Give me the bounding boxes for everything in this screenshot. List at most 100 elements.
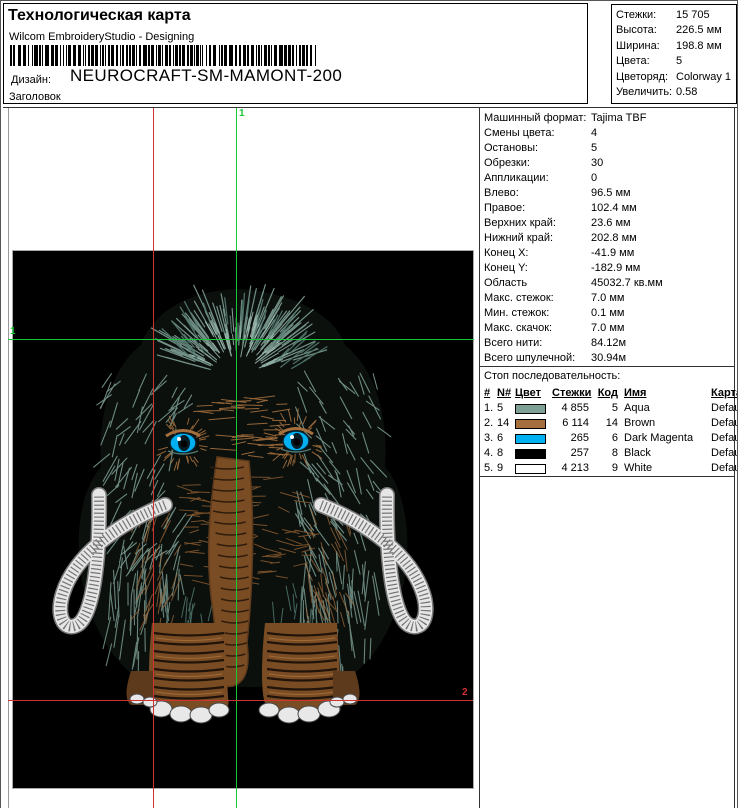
summary-row: Цветоряд:Colorway 1 <box>616 70 736 85</box>
barcode-bar <box>264 45 267 66</box>
summary-label: Увеличить: <box>616 85 676 100</box>
info-value: 84.12м <box>591 336 626 351</box>
summary-row: Высота:226.5 мм <box>616 23 736 38</box>
table-cell: 3. <box>484 431 497 446</box>
info-row: Аппликации:0 <box>480 171 734 186</box>
barcode-bar <box>292 45 294 66</box>
summary-value: Colorway 1 <box>676 70 731 85</box>
barcode-bar <box>129 45 131 66</box>
column-header: # <box>484 386 497 401</box>
table-cell: Aqua <box>624 401 711 416</box>
summary-row: Стежки:15 705 <box>616 8 736 23</box>
barcode-bar <box>158 45 161 66</box>
info-row: Всего шпулечной:30.94м <box>480 351 734 366</box>
summary-row: Цвета:5 <box>616 54 736 69</box>
info-value: 202.8 мм <box>591 231 637 246</box>
info-label: Всего нити: <box>484 336 591 351</box>
barcode-bar <box>258 45 260 66</box>
barcode-bar <box>213 45 216 66</box>
color-cell <box>515 419 552 429</box>
barcode-bar <box>187 45 189 66</box>
crosshair-green-vertical <box>236 108 237 808</box>
barcode-bar <box>102 45 104 66</box>
summary-label: Цвета: <box>616 54 676 69</box>
table-cell: 5 <box>597 401 624 416</box>
info-label: Обрезки: <box>484 156 591 171</box>
info-row: Влево:96.5 мм <box>480 186 734 201</box>
info-row: Остановы:5 <box>480 141 734 156</box>
table-cell: 14 <box>597 416 624 431</box>
barcode-bar <box>247 45 249 66</box>
column-header: Код <box>597 386 624 401</box>
barcode-bar <box>173 45 174 66</box>
info-value: 0.1 мм <box>591 306 624 321</box>
stop-table-row: 4.82578BlackDefault <box>480 446 734 461</box>
info-value: 23.6 мм <box>591 216 631 231</box>
info-row: Обрезки:30 <box>480 156 734 171</box>
table-cell: 8 <box>497 446 515 461</box>
table-cell: 14 <box>497 416 515 431</box>
info-value: 30 <box>591 156 603 171</box>
summary-row: Увеличить:0.58 <box>616 85 736 100</box>
barcode-bar <box>105 45 106 66</box>
barcode-bar <box>139 45 141 66</box>
info-label: Нижний край: <box>484 231 591 246</box>
barcode-bar <box>179 45 181 66</box>
table-bottom-divider <box>480 476 734 477</box>
summary-row: Ширина:198.8 мм <box>616 39 736 54</box>
barcode-bar <box>13 45 15 66</box>
summary-box: Стежки:15 705Высота:226.5 ммШирина:198.8… <box>611 4 737 104</box>
info-row: Область45032.7 кв.мм <box>480 276 734 291</box>
info-row: Машинный формат:Tajima TBF <box>480 111 734 126</box>
summary-label: Высота: <box>616 23 676 38</box>
column-header: Стежки <box>552 386 597 401</box>
info-value: 7.0 мм <box>591 321 624 336</box>
barcode-bar <box>306 45 308 66</box>
barcode-bar <box>73 45 76 66</box>
color-cell <box>515 464 552 474</box>
column-header: Карта <box>711 386 738 401</box>
info-label: Мин. стежок: <box>484 306 591 321</box>
barcode-bar <box>284 45 287 66</box>
summary-label: Цветоряд: <box>616 70 676 85</box>
barcode-bar <box>151 45 154 66</box>
table-cell: Brown <box>624 416 711 431</box>
barcode-bar <box>196 45 199 66</box>
color-swatch <box>515 464 546 474</box>
barcode-bar <box>78 45 81 66</box>
info-label: Макс. стежок: <box>484 291 591 306</box>
info-row: Смены цвета:4 <box>480 126 734 141</box>
table-cell: 6 114 <box>552 416 597 431</box>
barcode-bar <box>229 45 233 66</box>
info-value: 5 <box>591 141 597 156</box>
table-cell: 4 855 <box>552 401 597 416</box>
app-subtitle: Wilcom EmbroideryStudio - Designing <box>9 31 194 43</box>
info-label: Машинный формат: <box>484 111 591 126</box>
header-caption: Заголовок <box>9 91 61 103</box>
barcode-bar <box>256 45 257 66</box>
stop-sequence-title: Стоп последовательность: <box>480 367 734 385</box>
barcode-bar <box>95 45 98 66</box>
table-cell: Default <box>711 416 738 431</box>
table-cell: Black <box>624 446 711 461</box>
barcode-bar <box>302 45 305 66</box>
barcode-bar <box>18 45 21 66</box>
barcode-bar <box>200 45 201 66</box>
table-cell: Default <box>711 461 738 476</box>
barcode-bar <box>143 45 147 66</box>
info-label: Верхних край: <box>484 216 591 231</box>
stop-table-row: 2.146 11414BrownDefault <box>480 416 734 431</box>
barcode-bar <box>296 45 297 66</box>
barcode-bar <box>206 45 207 66</box>
info-label: Аппликации: <box>484 171 591 186</box>
crosshair-green-horizontal <box>8 339 474 340</box>
barcode-bar <box>235 45 237 66</box>
color-swatch <box>515 449 546 459</box>
barcode-bar <box>122 45 124 66</box>
info-label: Конец X: <box>484 246 591 261</box>
barcode-bar <box>169 45 171 66</box>
summary-value: 226.5 мм <box>676 23 722 38</box>
barcode-bar <box>63 45 64 66</box>
stop-table-row: 1.54 8555AquaDefault <box>480 401 734 416</box>
tech-card-page: Технологическая карта Wilcom EmbroideryS… <box>0 0 738 808</box>
